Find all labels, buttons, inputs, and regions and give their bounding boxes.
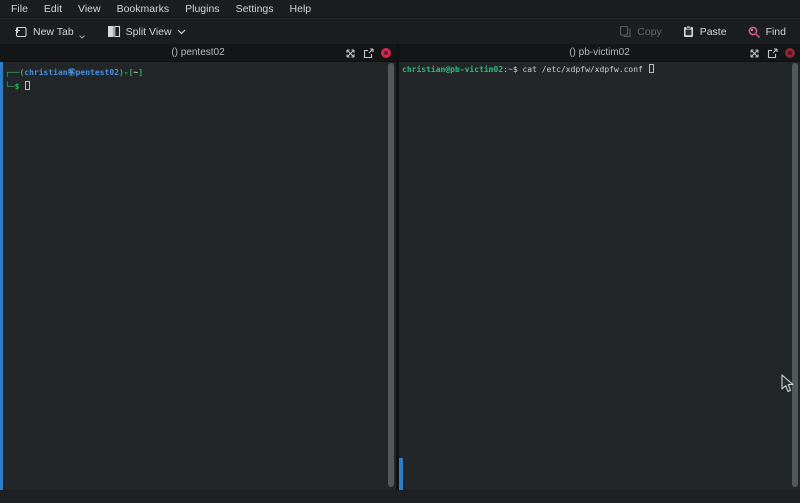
pane-right-title: () pb-victim02 [569,47,630,58]
konsole-window: File Edit View Bookmarks Plugins Setting… [0,0,800,503]
prompt-user-host: christian@pb-victim02 [402,65,503,74]
find-icon [747,25,761,39]
menu-bookmarks[interactable]: Bookmarks [109,0,178,18]
terminal-pb-victim02[interactable]: christian@pb-victim02:~$ cat /etc/xdpfw/… [399,62,800,490]
prompt-line-1: ┌──(christian㉇pentest02)-[~] [5,66,143,80]
split-container: () pentest02 [0,44,800,503]
pane-pentest02: () pentest02 [0,44,396,503]
menu-file[interactable]: File [3,0,36,18]
copy-button[interactable]: Copy [613,22,668,41]
main-toolbar: New Tab Split View [0,19,800,44]
menu-help[interactable]: Help [282,0,320,18]
command-line: christian@pb-victim02:~$ cat /etc/xdpfw/… [402,63,654,77]
pane-left-highlight-bar [0,62,3,490]
pane-left-scrollbar[interactable] [388,63,394,487]
close-view-icon [788,51,792,55]
prompt-frame-mid: )-[ [119,68,133,77]
pane-left-titlebar[interactable]: () pentest02 [0,44,396,62]
copy-label: Copy [637,26,662,38]
terminal-right-content: christian@pb-victim02:~$ cat /etc/xdpfw/… [402,63,654,77]
close-view-button[interactable] [381,48,391,58]
find-button[interactable]: Find [741,22,792,42]
close-view-icon [384,51,388,55]
find-label: Find [766,26,786,38]
prompt-frame-open: ┌──( [5,68,24,77]
paste-icon [682,25,695,38]
pane-right-scrollbar[interactable] [792,63,798,487]
split-view-icon [107,25,121,38]
menu-view[interactable]: View [70,0,109,18]
prompt-line-2: └─$ [5,80,143,94]
prompt-frame-close: ] [138,68,143,77]
typed-command: cat /etc/xdpfw/xdpfw.conf [518,65,648,74]
pane-left-titlebar-icons [345,44,391,62]
pane-right-titlebar-icons [749,44,795,62]
close-view-button[interactable] [785,48,795,58]
terminal-cursor [25,81,30,90]
prompt-user-host: christian㉇pentest02 [24,68,119,77]
menu-bar: File Edit View Bookmarks Plugins Setting… [0,0,800,18]
terminal-cursor [649,64,654,73]
new-tab-dropdown-caret [79,35,85,39]
split-view-label: Split View [126,26,172,38]
maximize-view-icon[interactable] [345,48,356,59]
prompt-dollar: └─$ [5,82,24,91]
maximize-view-icon[interactable] [749,48,760,59]
paste-label: Paste [700,26,727,38]
menu-plugins[interactable]: Plugins [177,0,227,18]
paste-button[interactable]: Paste [676,22,733,41]
detach-view-icon[interactable] [363,48,374,59]
menu-settings[interactable]: Settings [228,0,282,18]
pane-left-title: () pentest02 [171,47,224,58]
detach-view-icon[interactable] [767,48,778,59]
pane-pb-victim02: () pb-victim02 [399,44,800,503]
menu-edit[interactable]: Edit [36,0,70,18]
pane-right-titlebar[interactable]: () pb-victim02 [399,44,800,62]
new-tab-label: New Tab [33,26,74,38]
split-view-button[interactable]: Split View [101,22,192,41]
split-view-chevron-icon [177,29,186,35]
terminal-left-content: ┌──(christian㉇pentest02)-[~] └─$ [5,66,143,94]
copy-icon [619,25,632,38]
pane-right-highlight-bar [399,458,403,490]
window-bottom-edge [0,490,800,503]
terminal-pentest02[interactable]: ┌──(christian㉇pentest02)-[~] └─$ [0,62,396,490]
new-tab-icon [14,25,28,39]
new-tab-button[interactable]: New Tab [8,22,91,42]
